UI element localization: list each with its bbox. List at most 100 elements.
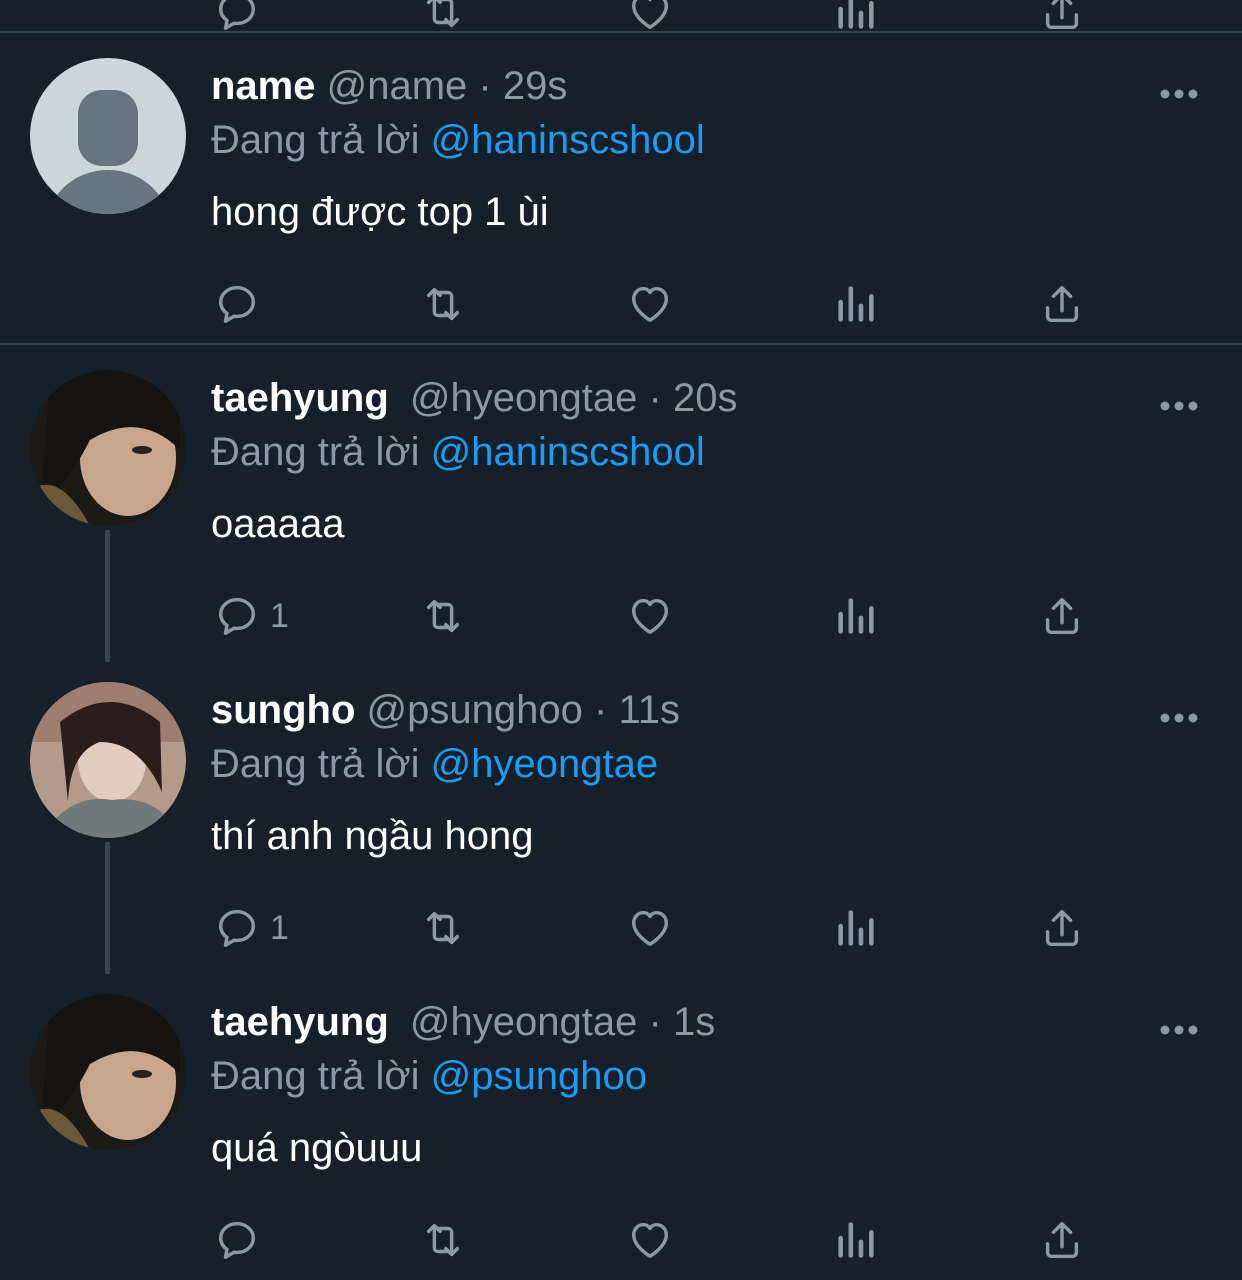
like-button[interactable] xyxy=(627,588,673,644)
replying-to: Đang trả lời @hyeongtae xyxy=(211,736,658,792)
tweet[interactable]: taehyung @hyeongtae · 1s Đang trả lời @p… xyxy=(0,968,1242,1280)
tweet-actions xyxy=(0,276,1242,332)
tweet[interactable]: taehyung @hyeongtae · 20s Đang trả lời @… xyxy=(0,344,1242,662)
retweet-icon xyxy=(418,905,468,951)
user-handle[interactable]: @name xyxy=(327,64,468,108)
mention-link[interactable]: @psunghoo xyxy=(431,1054,647,1098)
user-handle[interactable]: @psunghoo xyxy=(367,688,583,732)
reply-button[interactable]: 1 xyxy=(214,900,289,956)
default-avatar-icon xyxy=(30,58,186,214)
share-icon xyxy=(1039,1217,1085,1263)
avatar[interactable] xyxy=(30,370,186,526)
reply-icon[interactable] xyxy=(214,0,260,30)
replying-to: Đang trả lời @haninscshool xyxy=(211,424,705,480)
reply-icon xyxy=(214,905,260,951)
share-icon xyxy=(1039,905,1085,951)
reply-button[interactable]: 1 xyxy=(214,588,289,644)
separator: · xyxy=(478,64,492,108)
reply-prefix: Đang trả lời xyxy=(211,1054,420,1098)
retweet-button[interactable] xyxy=(418,900,468,956)
reply-prefix: Đang trả lời xyxy=(211,118,420,162)
tweet-text: oaaaaa xyxy=(211,502,345,546)
user-photo xyxy=(30,682,186,838)
like-button[interactable] xyxy=(627,276,673,332)
retweet-icon[interactable] xyxy=(418,0,468,30)
reply-icon xyxy=(214,281,260,327)
views-button[interactable] xyxy=(833,588,879,644)
views-icon xyxy=(833,281,879,327)
tweet[interactable]: sungho @psunghoo · 11s Đang trả lời @hye… xyxy=(0,656,1242,974)
display-name[interactable]: name xyxy=(211,64,316,108)
display-name[interactable]: taehyung xyxy=(211,376,389,420)
display-name[interactable]: taehyung xyxy=(211,1000,389,1044)
mention-link[interactable]: @hyeongtae xyxy=(431,742,658,786)
share-button[interactable] xyxy=(1039,900,1085,956)
like-icon xyxy=(627,1217,673,1263)
tweet[interactable]: name @name · 29s Đang trả lời @haninscsh… xyxy=(0,32,1242,344)
timestamp[interactable]: 1s xyxy=(673,1000,715,1044)
share-button[interactable] xyxy=(1039,276,1085,332)
tweet-text: hong được top 1 ùi xyxy=(211,190,549,234)
replying-to: Đang trả lời @psunghoo xyxy=(211,1048,647,1104)
share-button[interactable] xyxy=(1039,1212,1085,1268)
reply-prefix: Đang trả lời xyxy=(211,430,420,474)
reply-button[interactable] xyxy=(214,1212,270,1268)
reply-count: 1 xyxy=(270,596,289,635)
retweet-icon xyxy=(418,593,468,639)
timestamp[interactable]: 11s xyxy=(618,688,680,732)
previous-tweet-actions xyxy=(0,0,1242,30)
views-button[interactable] xyxy=(833,900,879,956)
tweet-text: quá ngòuuu xyxy=(211,1126,423,1170)
avatar[interactable] xyxy=(30,682,186,838)
tweet-actions: 1 xyxy=(0,588,1242,644)
tweet-header: name @name · 29s xyxy=(211,58,1122,114)
more-icon[interactable] xyxy=(1158,710,1200,726)
retweet-icon xyxy=(418,1217,468,1263)
retweet-button[interactable] xyxy=(418,588,468,644)
share-icon xyxy=(1039,281,1085,327)
more-icon[interactable] xyxy=(1158,398,1200,414)
timestamp[interactable]: 29s xyxy=(503,64,568,108)
user-handle[interactable]: @hyeongtae xyxy=(410,1000,637,1044)
views-button[interactable] xyxy=(833,276,879,332)
mention-link[interactable]: @haninscshool xyxy=(431,430,705,474)
user-handle[interactable]: @hyeongtae xyxy=(410,376,637,420)
tweet-text: thí anh ngầu hong xyxy=(211,814,534,858)
more-icon[interactable] xyxy=(1158,1022,1200,1038)
user-photo xyxy=(30,994,186,1150)
avatar[interactable] xyxy=(30,994,186,1150)
like-icon xyxy=(627,281,673,327)
tweet-actions xyxy=(0,1212,1242,1268)
like-icon xyxy=(627,593,673,639)
views-icon[interactable] xyxy=(833,0,879,30)
views-icon xyxy=(833,593,879,639)
like-icon[interactable] xyxy=(627,0,673,30)
user-photo xyxy=(30,370,186,526)
reply-prefix: Đang trả lời xyxy=(211,742,420,786)
replying-to: Đang trả lời @haninscshool xyxy=(211,112,705,168)
like-icon xyxy=(627,905,673,951)
views-icon xyxy=(833,1217,879,1263)
retweet-button[interactable] xyxy=(418,276,468,332)
tweet-actions: 1 xyxy=(0,900,1242,956)
share-icon xyxy=(1039,593,1085,639)
reply-count: 1 xyxy=(270,908,289,947)
reply-icon xyxy=(214,1217,260,1263)
like-button[interactable] xyxy=(627,1212,673,1268)
share-icon[interactable] xyxy=(1039,0,1085,30)
tweet-header: taehyung @hyeongtae · 20s xyxy=(211,370,1122,426)
display-name[interactable]: sungho xyxy=(211,688,355,732)
reply-button[interactable] xyxy=(214,276,270,332)
like-button[interactable] xyxy=(627,900,673,956)
retweet-icon xyxy=(418,281,468,327)
timestamp[interactable]: 20s xyxy=(673,376,738,420)
retweet-button[interactable] xyxy=(418,1212,468,1268)
mention-link[interactable]: @haninscshool xyxy=(431,118,705,162)
views-button[interactable] xyxy=(833,1212,879,1268)
separator: · xyxy=(648,376,662,420)
more-icon[interactable] xyxy=(1158,86,1200,102)
avatar[interactable] xyxy=(30,58,186,214)
reply-icon xyxy=(214,593,260,639)
separator: · xyxy=(594,688,608,732)
share-button[interactable] xyxy=(1039,588,1085,644)
